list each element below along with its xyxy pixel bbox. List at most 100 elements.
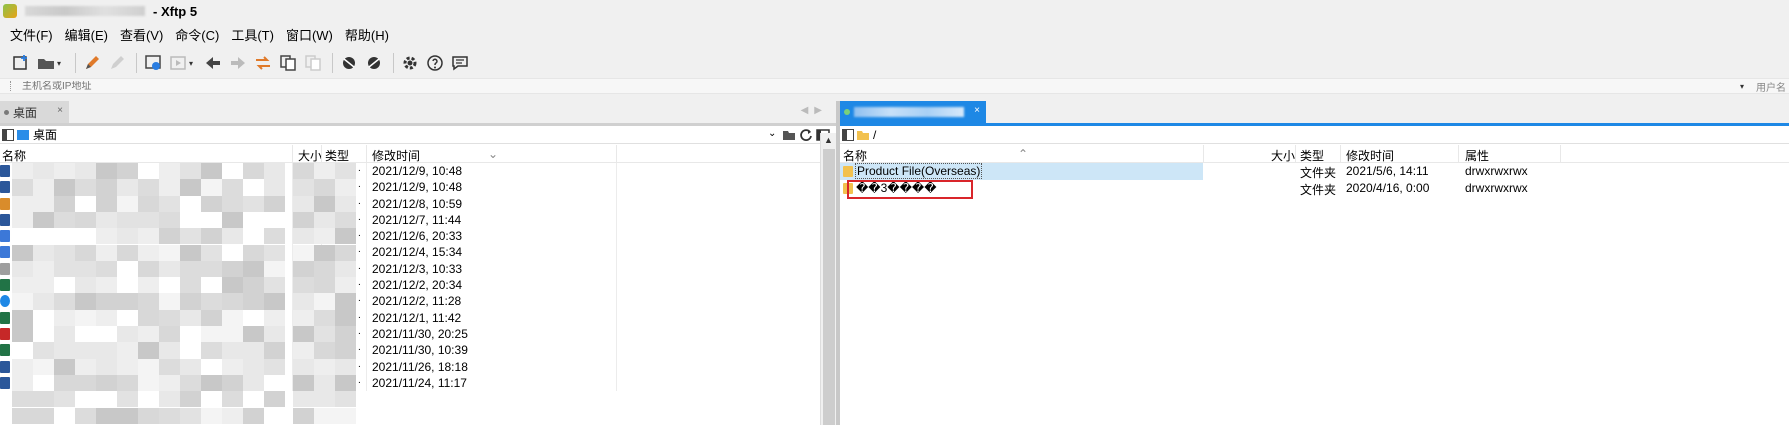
host-dropdown-icon[interactable]: ▾ xyxy=(1740,82,1744,91)
scroll-thumb[interactable] xyxy=(823,149,835,425)
redacted-session-name xyxy=(854,107,964,117)
column-size[interactable]: 大小 xyxy=(298,147,322,164)
file-name: Product File(Overseas) xyxy=(855,163,983,179)
file-mtime: 2021/11/26, 18:18 xyxy=(372,359,468,374)
tab-scroll-arrows-icon[interactable]: ◀▶ xyxy=(801,105,828,116)
new-session-icon[interactable] xyxy=(10,52,32,74)
new-folder-icon[interactable] xyxy=(782,128,796,142)
close-icon[interactable]: × xyxy=(974,105,980,116)
xftp-app-icon xyxy=(3,4,17,18)
remote-path-text[interactable]: / xyxy=(873,128,876,142)
file-mtime: 2021/12/3, 10:33 xyxy=(372,261,463,276)
truncated-type-marker: . xyxy=(358,195,361,207)
forward-icon[interactable] xyxy=(227,52,249,74)
column-mtime[interactable]: 修改时间 xyxy=(1346,147,1394,164)
column-type[interactable]: 类型 xyxy=(1300,147,1324,164)
window-title: - Xftp 5 xyxy=(153,3,198,19)
truncated-type-marker: . xyxy=(358,277,361,289)
username-field[interactable]: 用户名 xyxy=(1756,79,1786,94)
column-type[interactable]: 类型 xyxy=(325,147,349,164)
pane-toggle-icon[interactable] xyxy=(2,128,14,141)
file-mtime: 2021/11/30, 20:25 xyxy=(372,326,468,341)
file-mtime: 2021/11/24, 11:17 xyxy=(372,375,467,390)
menu-edit[interactable]: 编辑(E) xyxy=(59,25,114,47)
chat-icon[interactable] xyxy=(449,52,471,74)
address-grip xyxy=(10,81,12,91)
truncated-type-marker: . xyxy=(358,374,361,386)
file-mtime: 2021/12/7, 11:44 xyxy=(372,212,462,227)
remote-column-header: 名称 ⌃ 大小 类型 修改时间 属性 xyxy=(840,145,1789,163)
local-path-text[interactable]: 桌面 xyxy=(33,126,57,143)
truncated-type-marker: . xyxy=(358,244,361,256)
truncated-type-marker: . xyxy=(358,228,361,240)
edit-icon[interactable] xyxy=(81,52,103,74)
file-mtime: 2021/12/2, 11:28 xyxy=(372,294,462,309)
address-bar: ▾ 用户名 xyxy=(0,78,1789,94)
host-input[interactable] xyxy=(22,80,1722,92)
column-mtime[interactable]: 修改时间 xyxy=(372,147,420,164)
excel-file-icon xyxy=(0,344,10,357)
file-attr: drwxrwxrwx xyxy=(1465,181,1528,195)
connected-status-icon xyxy=(844,109,850,115)
menu-view[interactable]: 查看(V) xyxy=(114,25,169,47)
truncated-type-marker: . xyxy=(358,163,361,174)
toolbar-separator xyxy=(75,53,76,73)
file-mtime: 2021/12/2, 20:34 xyxy=(372,278,463,293)
menu-window[interactable]: 窗口(W) xyxy=(280,25,339,47)
remote-tabstrip: × xyxy=(840,101,1789,123)
play-dropdown-icon[interactable]: ▾ xyxy=(189,59,197,68)
refresh-icon[interactable] xyxy=(799,128,813,142)
file-mtime: 2021/11/30, 10:39 xyxy=(372,343,468,358)
file-attr: drwxrwxrwx xyxy=(1465,164,1528,178)
settings-icon[interactable] xyxy=(399,52,421,74)
open-folder-icon[interactable] xyxy=(35,52,57,74)
sort-indicator-icon: ⌃ xyxy=(1018,147,1029,161)
folder-icon xyxy=(843,166,853,177)
truncated-type-marker: . xyxy=(358,309,361,321)
menu-tools[interactable]: 工具(T) xyxy=(225,25,280,47)
transfer-icon[interactable] xyxy=(252,52,274,74)
word-doc-icon xyxy=(0,376,10,389)
path-dropdown-icon[interactable]: ⌄ xyxy=(768,128,776,139)
local-scrollbar[interactable]: ▲ xyxy=(820,133,836,425)
truncated-type-marker: . xyxy=(358,358,361,370)
open-dropdown-icon[interactable]: ▾ xyxy=(57,59,65,68)
column-name[interactable]: 名称 xyxy=(843,147,867,164)
sort-indicator-icon: ⌄ xyxy=(488,147,499,161)
properties-icon[interactable] xyxy=(142,52,164,74)
image-file-icon xyxy=(0,197,10,210)
back-icon[interactable] xyxy=(202,52,224,74)
redacted-hostname xyxy=(25,6,145,16)
xshell-icon[interactable] xyxy=(338,52,360,74)
file-type: 文件夹 xyxy=(1300,166,1337,180)
menu-help[interactable]: 帮助(H) xyxy=(339,25,395,47)
menu-command[interactable]: 命令(C) xyxy=(169,25,225,47)
column-attr[interactable]: 属性 xyxy=(1465,147,1489,164)
disabled-edit-icon[interactable] xyxy=(106,52,128,74)
tab-label: 桌面 xyxy=(13,105,38,120)
local-tabstrip: 桌面 × ◀▶ xyxy=(0,101,836,123)
copy-icon[interactable] xyxy=(277,52,299,74)
paste-icon[interactable] xyxy=(302,52,324,74)
menu-file[interactable]: 文件(F) xyxy=(4,25,59,47)
column-size[interactable]: 大小 xyxy=(1271,147,1295,164)
text-file-icon xyxy=(0,262,10,275)
xshell-alt-icon[interactable] xyxy=(363,52,385,74)
redacted-filenames xyxy=(12,163,357,425)
tab-desktop[interactable]: 桌面 × xyxy=(0,101,69,123)
file-type: 文件夹 xyxy=(1300,183,1337,197)
scroll-up-icon[interactable]: ▲ xyxy=(821,135,836,145)
truncated-type-marker: . xyxy=(358,325,361,337)
play-icon[interactable] xyxy=(167,52,189,74)
list-item[interactable]: ��3���� 文件夹 2020/4/16, 0:00 drwxrwxrwx xyxy=(840,180,1789,199)
word-doc-icon xyxy=(0,181,10,194)
toolbar-separator xyxy=(393,53,394,73)
close-icon[interactable]: × xyxy=(57,105,63,116)
file-mtime: 2021/12/9, 10:48 xyxy=(372,164,463,178)
help-icon[interactable] xyxy=(424,52,446,74)
column-name[interactable]: 名称 xyxy=(2,147,26,164)
list-item[interactable]: Product File(Overseas) 文件夹 2021/5/6, 14:… xyxy=(840,163,1789,180)
app-icon xyxy=(0,327,10,340)
pane-toggle-icon[interactable] xyxy=(842,128,854,141)
tab-remote-session[interactable]: × xyxy=(840,101,986,123)
